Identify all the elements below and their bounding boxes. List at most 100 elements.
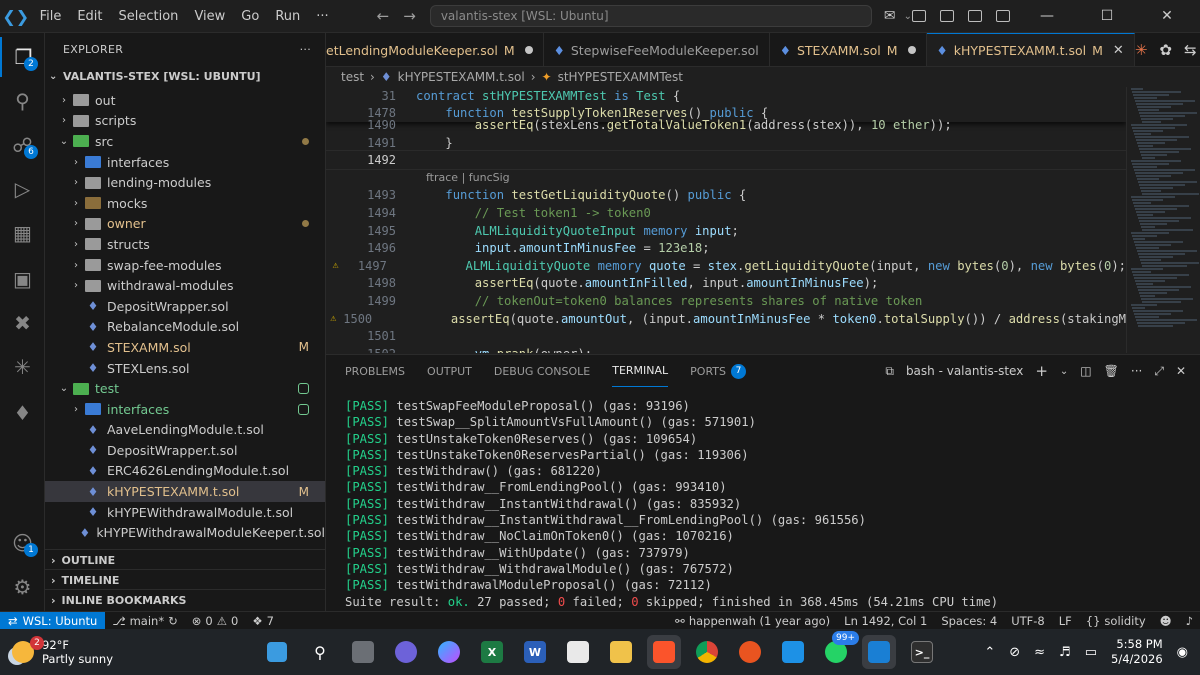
code-line[interactable]: 1496 input.amountInMinusFee = 123e18; [326, 239, 1126, 257]
breadcrumb-item[interactable]: test [341, 70, 364, 84]
toggle-panel-icon[interactable] [940, 10, 954, 22]
trash-icon[interactable]: 🗑 [1104, 364, 1119, 378]
run-debug-icon[interactable]: ▷ [0, 169, 45, 209]
chevron-down-icon[interactable]: ⌄ [1060, 366, 1068, 377]
taskbar-search-icon[interactable]: ⚲ [303, 635, 337, 669]
copilot-icon[interactable]: ✉ [884, 8, 896, 24]
folder-item[interactable]: › owner [45, 214, 325, 235]
remote-explorer-icon[interactable]: ▣ [0, 259, 45, 299]
wifi-icon[interactable]: ≈ [1034, 645, 1045, 660]
editor-tab[interactable]: ♦ kHYPESTEXAMM.t.sol M ✕ [926, 33, 1135, 66]
code-line[interactable]: 1499 // tokenOut=token0 balances represe… [326, 292, 1126, 310]
volume-icon[interactable]: ♬ [1059, 645, 1071, 660]
task-view-icon[interactable] [346, 635, 380, 669]
code-line[interactable]: 31 contract stHYPESTEXAMMTest is Test { [326, 87, 1126, 105]
notifications-bell-icon[interactable]: ♪ [1179, 614, 1200, 628]
code-line[interactable]: ⚠ 1500 assertEq(quote.amountOut, (input.a… [326, 310, 1126, 328]
store-app-icon[interactable] [561, 635, 595, 669]
back-arrow-icon[interactable]: ← [377, 7, 390, 25]
cursor-position[interactable]: Ln 1492, Col 1 [837, 614, 934, 628]
file-item[interactable]: ♦ DepositWrapper.sol [45, 296, 325, 317]
panel-tab[interactable]: PORTS 7 [690, 355, 746, 387]
maximize-icon[interactable]: ☐ [1084, 8, 1130, 24]
chatgpt-icon[interactable]: ✿ [1159, 41, 1172, 59]
word-app-icon[interactable]: W [518, 635, 552, 669]
accounts-icon[interactable]: ☺ 1 [0, 523, 45, 563]
excel-app-icon[interactable]: X [475, 635, 509, 669]
file-item[interactable]: ♦ STEXAMM.sol M [45, 337, 325, 358]
file-item[interactable]: ♦ kHYPEWithdrawalModule.t.sol [45, 502, 325, 523]
editor-tab[interactable]: ♦ StepwiseFeeModuleKeeper.sol [544, 33, 770, 66]
timeline-section[interactable]: › TIMELINE [45, 569, 325, 590]
indentation[interactable]: Spaces: 4 [934, 614, 1004, 628]
menu-item[interactable]: File [32, 9, 70, 24]
code-line[interactable]: 1501 [326, 327, 1126, 345]
explorer-icon[interactable]: ❐ 2 [0, 37, 45, 77]
maximize-panel-icon[interactable]: ⤢ [1154, 364, 1164, 379]
whatsapp-app-icon[interactable]: 99+ [819, 631, 859, 669]
notifications-icon[interactable]: ◉ [1177, 645, 1188, 660]
code-line[interactable]: 1502 vm.prank(owner); [326, 345, 1126, 353]
folder-item[interactable]: › interfaces [45, 399, 325, 420]
copilot-status-icon[interactable]: ☻ [1153, 614, 1179, 628]
code-line[interactable]: 1498 assertEq(quote.amountInFilled, inpu… [326, 275, 1126, 293]
docker-app-icon[interactable] [776, 635, 810, 669]
remote-indicator[interactable]: ⇄ WSL: Ubuntu [0, 611, 106, 630]
battery-icon[interactable]: ▭ [1085, 645, 1097, 660]
zoom-app-icon[interactable] [389, 635, 423, 669]
terminal-output[interactable]: [PASS] testSwapFeeModuleProposal() (gas:… [345, 399, 1195, 611]
minimize-icon[interactable]: — [1024, 8, 1070, 24]
folder-item[interactable]: ⌄ test [45, 378, 325, 399]
copilot-dropdown-icon[interactable]: ⌄ [904, 11, 912, 22]
menu-item[interactable]: Selection [111, 9, 187, 24]
terminal-shell-name[interactable]: bash - valantis-stex [906, 364, 1023, 378]
more-panel-actions-icon[interactable]: ··· [1131, 364, 1142, 378]
vscode-app-icon[interactable] [862, 635, 896, 669]
terminal-app-icon[interactable]: >_ [905, 635, 939, 669]
tray-chevron-up-icon[interactable]: ⌃ [984, 645, 995, 660]
panel-tab[interactable]: PROBLEMS [345, 355, 405, 387]
clock[interactable]: 5:58 PM 5/4/2026 [1111, 637, 1163, 667]
outline-section[interactable]: › OUTLINE [45, 549, 325, 570]
folder-item[interactable]: › lending-modules [45, 172, 325, 193]
menu-item[interactable]: Edit [69, 9, 110, 24]
chrome-app-icon[interactable] [690, 635, 724, 669]
unsaved-dot-icon[interactable] [907, 46, 916, 54]
warning-icon[interactable]: ⚠ [326, 313, 341, 324]
menu-item[interactable]: View [186, 9, 233, 24]
code-line[interactable]: 1495 ALMLiquidityQuoteInput memory input… [326, 222, 1126, 240]
panel-tab[interactable]: TERMINAL [612, 355, 669, 387]
panel-tab[interactable]: DEBUG CONSOLE [494, 355, 590, 387]
file-item[interactable]: ♦ DepositWrapper.t.sol [45, 440, 325, 461]
folder-item[interactable]: › interfaces [45, 152, 325, 173]
code-line[interactable]: 1494 // Test token1 -> token0 [326, 204, 1126, 222]
workspace-header[interactable]: ⌄ VALANTIS-STEX [WSL: UBUNTU] [45, 66, 325, 86]
settings-gear-icon[interactable]: ⚙ [0, 567, 45, 607]
close-panel-icon[interactable]: ✕ [1176, 364, 1186, 378]
file-explorer-icon[interactable] [604, 635, 638, 669]
minimap[interactable] [1126, 87, 1200, 353]
git-blame[interactable]: ⚯ happenwah (1 year ago) [668, 614, 837, 628]
tools-icon[interactable]: ✖ [0, 303, 45, 343]
customize-layout-icon[interactable] [996, 10, 1010, 22]
split-terminal-icon[interactable]: ◫ [1080, 364, 1091, 378]
menu-item[interactable]: Go [233, 9, 267, 24]
new-terminal-icon[interactable]: + [1035, 362, 1048, 380]
branch-indicator[interactable]: ⎇ main* ↻ [105, 614, 184, 628]
warning-icon[interactable]: ⚠ [326, 260, 345, 271]
copilot-app-icon[interactable] [432, 635, 466, 669]
code-lens[interactable]: ftrace | funcSig [326, 169, 1126, 187]
panel-tab[interactable]: OUTPUT [427, 355, 472, 387]
close-window-icon[interactable]: ✕ [1144, 8, 1190, 24]
code-line[interactable]: 1493 function testGetLiquidityQuote() pu… [326, 187, 1126, 205]
menu-item[interactable]: Run [267, 9, 308, 24]
code-line[interactable]: 1492 [326, 150, 1126, 170]
folder-item[interactable]: › out [45, 90, 325, 111]
file-item[interactable]: ♦ AaveLendingModule.t.sol [45, 420, 325, 441]
code-line[interactable]: 1491 } [326, 134, 1126, 152]
editor-tab[interactable]: ♦ STEXAMM.sol M [770, 33, 927, 66]
more-actions-icon[interactable]: ··· [300, 43, 311, 56]
ports-indicator[interactable]: ❖ 7 [245, 614, 281, 628]
file-item[interactable]: ♦ RebalanceModule.sol [45, 317, 325, 338]
toggle-primary-sidebar-icon[interactable] [912, 10, 926, 22]
